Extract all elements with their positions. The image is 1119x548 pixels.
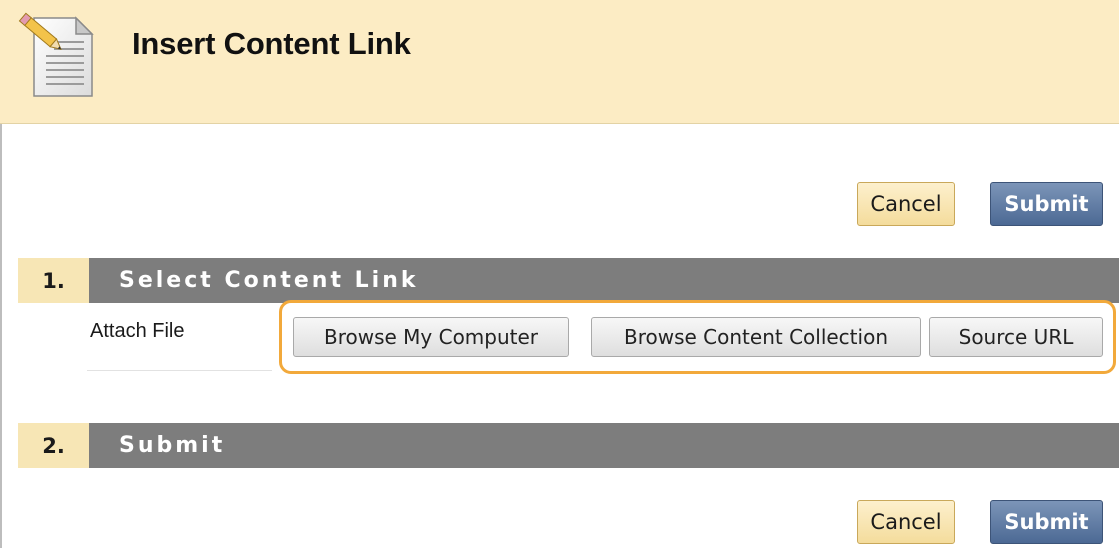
browse-my-computer-button[interactable]: Browse My Computer	[293, 317, 569, 357]
page-title: Insert Content Link	[132, 26, 411, 61]
cancel-button-bottom[interactable]: Cancel	[857, 500, 955, 544]
browse-content-collection-button[interactable]: Browse Content Collection	[591, 317, 921, 357]
step-1-header: 1. Select Content Link	[18, 258, 1119, 303]
submit-button-top[interactable]: Submit	[990, 182, 1103, 226]
step-1-number: 1.	[18, 258, 89, 303]
cancel-button-top[interactable]: Cancel	[857, 182, 955, 226]
field-divider	[87, 370, 272, 371]
step-2-title: Submit	[119, 433, 226, 458]
document-pencil-icon	[18, 12, 94, 97]
source-url-button[interactable]: Source URL	[929, 317, 1103, 357]
step-2-header: 2. Submit	[18, 423, 1119, 468]
step-2-number: 2.	[18, 423, 89, 468]
page-header: Insert Content Link	[0, 0, 1119, 124]
attach-file-label: Attach File	[90, 320, 185, 342]
submit-button-bottom[interactable]: Submit	[990, 500, 1103, 544]
step-1-title: Select Content Link	[119, 268, 419, 293]
